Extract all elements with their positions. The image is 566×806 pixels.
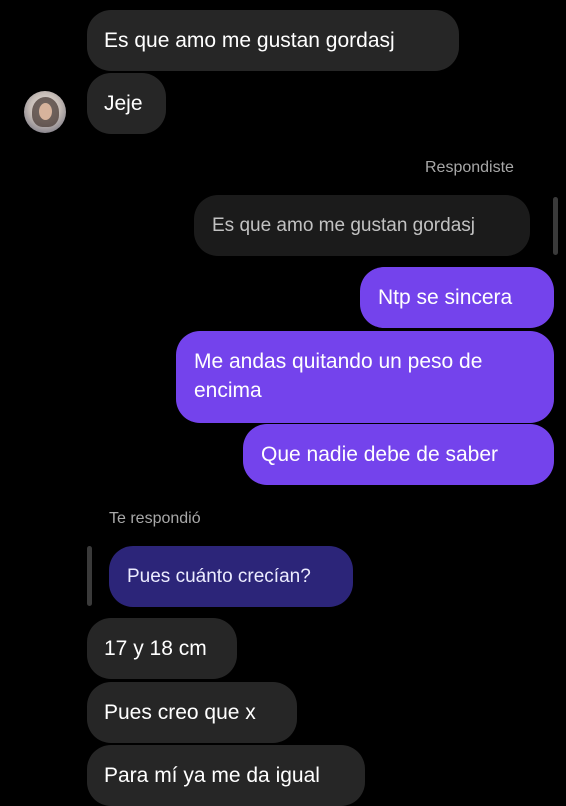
message-text: Jeje — [104, 92, 143, 115]
quoted-message[interactable]: Es que amo me gustan gordasj — [194, 195, 530, 256]
reply-indicator-bar — [553, 197, 558, 255]
quoted-text: Es que amo me gustan gordasj — [212, 215, 475, 236]
incoming-message[interactable]: Pues creo que x — [87, 682, 297, 743]
message-text: Ntp se sincera — [378, 286, 513, 309]
avatar-face — [39, 103, 52, 120]
reply-label: Respondiste — [425, 159, 514, 176]
quoted-message[interactable]: Pues cuánto crecían? — [109, 546, 353, 607]
outgoing-message[interactable]: Ntp se sincera — [360, 267, 554, 328]
contact-avatar[interactable] — [24, 91, 66, 133]
incoming-message[interactable]: Para mí ya me da igual — [87, 745, 365, 806]
message-text: Para mí ya me da igual — [104, 764, 320, 787]
message-text: Es que amo me gustan gordasj — [104, 29, 395, 52]
outgoing-message[interactable]: Que nadie debe de saber — [243, 424, 554, 485]
message-text: Pues creo que x — [104, 701, 256, 724]
message-text: Que nadie debe de saber — [261, 443, 499, 466]
message-text-line: encima — [194, 379, 262, 402]
reply-label: Te respondió — [109, 510, 201, 527]
reply-indicator-bar — [87, 546, 92, 606]
incoming-message[interactable]: 17 y 18 cm — [87, 618, 237, 679]
quoted-text: Pues cuánto crecían? — [127, 566, 311, 587]
incoming-message[interactable]: Es que amo me gustan gordasj — [87, 10, 459, 71]
outgoing-message[interactable]: Me andas quitando un peso de encima — [176, 331, 554, 423]
message-text-line: Me andas quitando un peso de — [194, 350, 483, 373]
incoming-message[interactable]: Jeje — [87, 73, 166, 134]
message-text: 17 y 18 cm — [104, 637, 207, 660]
